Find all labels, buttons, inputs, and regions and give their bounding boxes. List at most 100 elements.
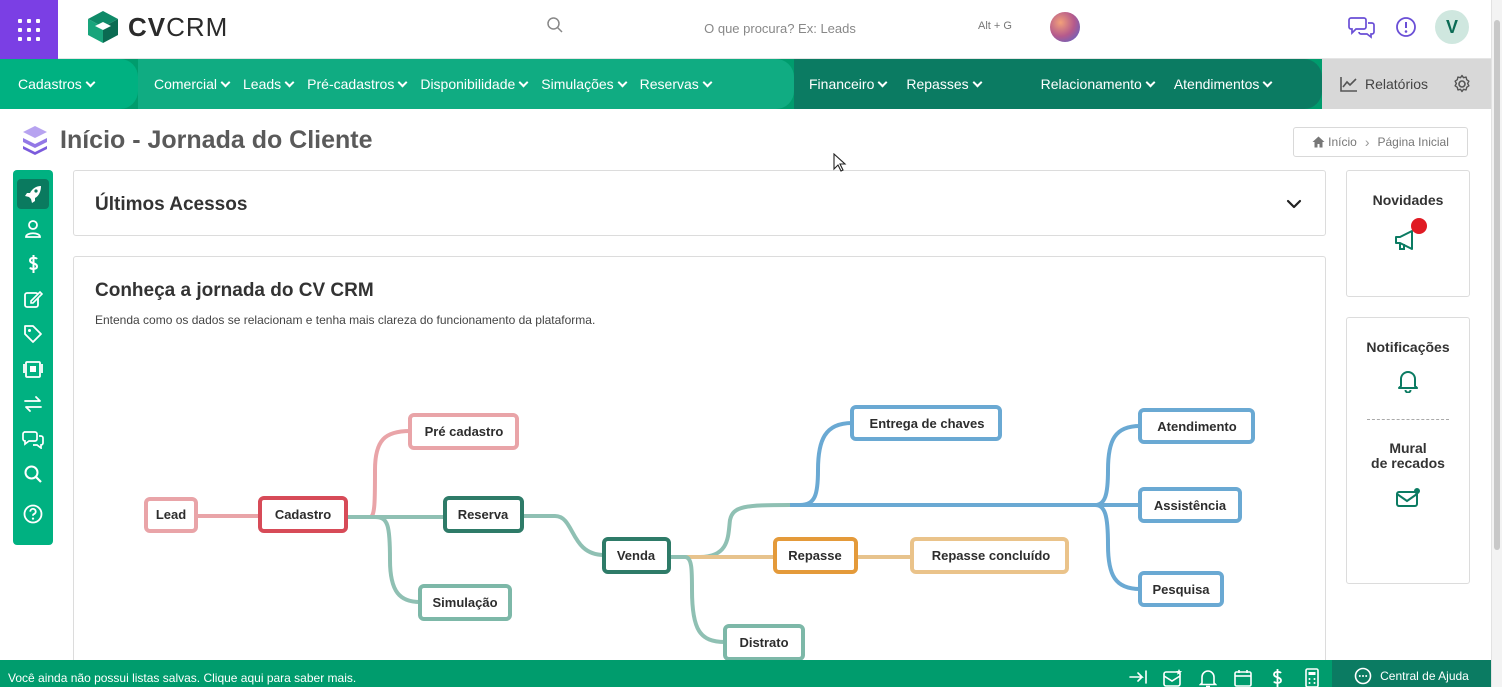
chevron-down-icon bbox=[85, 77, 96, 87]
chevron-down-icon bbox=[877, 77, 888, 87]
breadcrumb: Início › Página Inicial bbox=[1293, 127, 1468, 157]
nav-leads[interactable]: Leads bbox=[243, 76, 295, 92]
nav-group-financeiro: Financeiro Repasses Relacionamento Atend… bbox=[794, 59, 1322, 109]
page-title-area: Início - Jornada do Cliente bbox=[20, 124, 373, 156]
nav-relacionamento[interactable]: Relacionamento bbox=[1041, 76, 1156, 92]
side-item-mensagens[interactable] bbox=[17, 424, 49, 454]
nav-cadastros[interactable]: Cadastros bbox=[18, 76, 96, 92]
dollar-icon[interactable] bbox=[1268, 668, 1286, 688]
mouse-cursor-icon bbox=[833, 153, 847, 172]
top-header: CVCRM Alt + G V bbox=[0, 0, 1502, 59]
logo-text-light: CRM bbox=[166, 11, 229, 42]
chevron-right-icon: › bbox=[1364, 134, 1370, 150]
nav-comercial-label: Comercial bbox=[154, 76, 218, 92]
help-center-label: Central de Ajuda bbox=[1380, 668, 1469, 683]
mural-button[interactable] bbox=[1394, 487, 1422, 511]
nav-relatorios-label: Relatórios bbox=[1365, 76, 1429, 92]
side-item-ajuda[interactable] bbox=[17, 499, 49, 529]
nav-relatorios[interactable]: Relatórios bbox=[1340, 76, 1428, 92]
nav-simulacoes[interactable]: Simulações bbox=[541, 76, 628, 92]
nav-simulacoes-label: Simulações bbox=[541, 76, 614, 92]
apps-menu-button[interactable] bbox=[0, 0, 58, 59]
nav-pre-cadastros-label: Pré-cadastros bbox=[307, 76, 395, 92]
calendar-star-icon[interactable] bbox=[1162, 668, 1184, 688]
user-icon bbox=[25, 220, 41, 238]
chat-dots-icon bbox=[1354, 667, 1372, 684]
apps-grid-icon bbox=[18, 18, 40, 41]
exit-to-right-icon[interactable] bbox=[1128, 668, 1148, 686]
cvcrm-logo[interactable]: CVCRM bbox=[86, 10, 228, 44]
side-item-busca[interactable] bbox=[17, 459, 49, 489]
search-icon bbox=[24, 465, 42, 483]
rocket-icon bbox=[25, 186, 41, 203]
bottom-bar: Você ainda não possui listas salvas. Cli… bbox=[0, 660, 1491, 688]
calendar-icon[interactable] bbox=[1233, 668, 1253, 688]
side-item-tags[interactable] bbox=[17, 319, 49, 349]
search-shortcut-hint: Alt + G bbox=[978, 20, 1012, 32]
chevron-down-icon bbox=[220, 77, 231, 87]
scrollbar-thumb[interactable] bbox=[1494, 20, 1500, 550]
jornada-subtitle: Entenda como os dados se relacionam e te… bbox=[95, 313, 596, 327]
user-avatar[interactable]: V bbox=[1435, 10, 1469, 44]
side-item-documentos[interactable] bbox=[17, 354, 49, 384]
global-search-input[interactable] bbox=[580, 14, 980, 42]
user-photo[interactable] bbox=[1050, 12, 1080, 42]
nav-disponibilidade-label: Disponibilidade bbox=[420, 76, 516, 92]
chart-line-icon bbox=[1340, 77, 1357, 92]
gear-icon[interactable] bbox=[1452, 74, 1472, 94]
nav-financeiro-label: Financeiro bbox=[809, 76, 875, 92]
nav-group-comercial: Comercial Leads Pré-cadastros Disponibil… bbox=[138, 59, 794, 109]
ultimos-acessos-title: Últimos Acessos bbox=[95, 194, 248, 215]
nav-comercial[interactable]: Comercial bbox=[154, 76, 231, 92]
notificacoes-card: Notificações Mural de recados bbox=[1346, 317, 1470, 584]
nav-repasses[interactable]: Repasses bbox=[906, 76, 983, 92]
side-item-home[interactable] bbox=[17, 179, 49, 209]
nav-leads-label: Leads bbox=[243, 76, 282, 92]
side-item-clientes[interactable] bbox=[17, 214, 49, 244]
side-item-financeiro[interactable] bbox=[17, 249, 49, 279]
nav-cadastros-label: Cadastros bbox=[18, 76, 82, 92]
page-scrollbar[interactable] bbox=[1491, 0, 1502, 687]
nav-group-relatorios: Relatórios bbox=[1322, 59, 1491, 109]
search-icon[interactable] bbox=[546, 16, 564, 34]
ultimos-acessos-card[interactable]: Últimos Acessos bbox=[73, 170, 1326, 236]
help-center-button[interactable]: Central de Ajuda bbox=[1332, 660, 1491, 687]
nav-atendimentos[interactable]: Atendimentos bbox=[1174, 76, 1273, 92]
chevron-down-icon[interactable] bbox=[1285, 195, 1303, 213]
edit-icon bbox=[24, 290, 43, 308]
breadcrumb-home[interactable]: Início bbox=[1312, 135, 1357, 149]
side-menu bbox=[13, 170, 53, 545]
logo-text-bold: CV bbox=[128, 11, 167, 42]
chat-icon[interactable] bbox=[1348, 14, 1376, 40]
breadcrumb-home-label: Início bbox=[1328, 135, 1357, 149]
saved-lists-message[interactable]: Você ainda não possui listas salvas. Cli… bbox=[8, 671, 356, 685]
help-icon bbox=[23, 504, 43, 524]
notificacoes-title: Notificações bbox=[1366, 339, 1450, 355]
envelope-icon bbox=[1396, 488, 1420, 507]
home-icon bbox=[1312, 136, 1325, 148]
chevron-down-icon bbox=[617, 77, 628, 87]
side-item-transferencias[interactable] bbox=[17, 389, 49, 419]
bell-icon[interactable] bbox=[1397, 369, 1419, 394]
chevron-down-icon bbox=[284, 77, 295, 87]
nav-disponibilidade[interactable]: Disponibilidade bbox=[420, 76, 529, 92]
nav-repasses-label: Repasses bbox=[906, 76, 969, 92]
nav-reservas[interactable]: Reservas bbox=[640, 76, 713, 92]
main-navbar: Cadastros Comercial Leads Pré-cadastros … bbox=[0, 59, 1491, 109]
calculator-icon[interactable] bbox=[1303, 668, 1321, 688]
bell-icon[interactable] bbox=[1199, 668, 1217, 688]
novidades-card[interactable]: Novidades bbox=[1346, 170, 1470, 297]
journey-logo-icon bbox=[23, 126, 47, 155]
notification-dot bbox=[1411, 218, 1427, 234]
dollar-icon bbox=[28, 255, 39, 273]
page-title: Início - Jornada do Cliente bbox=[60, 125, 373, 154]
nav-financeiro[interactable]: Financeiro bbox=[809, 76, 888, 92]
mural-title: Mural de recados bbox=[1347, 441, 1469, 471]
nav-pre-cadastros[interactable]: Pré-cadastros bbox=[307, 76, 408, 92]
side-item-editar[interactable] bbox=[17, 284, 49, 314]
nav-group-cadastros: Cadastros bbox=[0, 59, 138, 109]
info-icon[interactable] bbox=[1394, 14, 1418, 40]
chevron-down-icon bbox=[518, 77, 529, 87]
breadcrumb-current: Página Inicial bbox=[1377, 135, 1449, 149]
mural-title-line1: Mural bbox=[1389, 440, 1427, 456]
